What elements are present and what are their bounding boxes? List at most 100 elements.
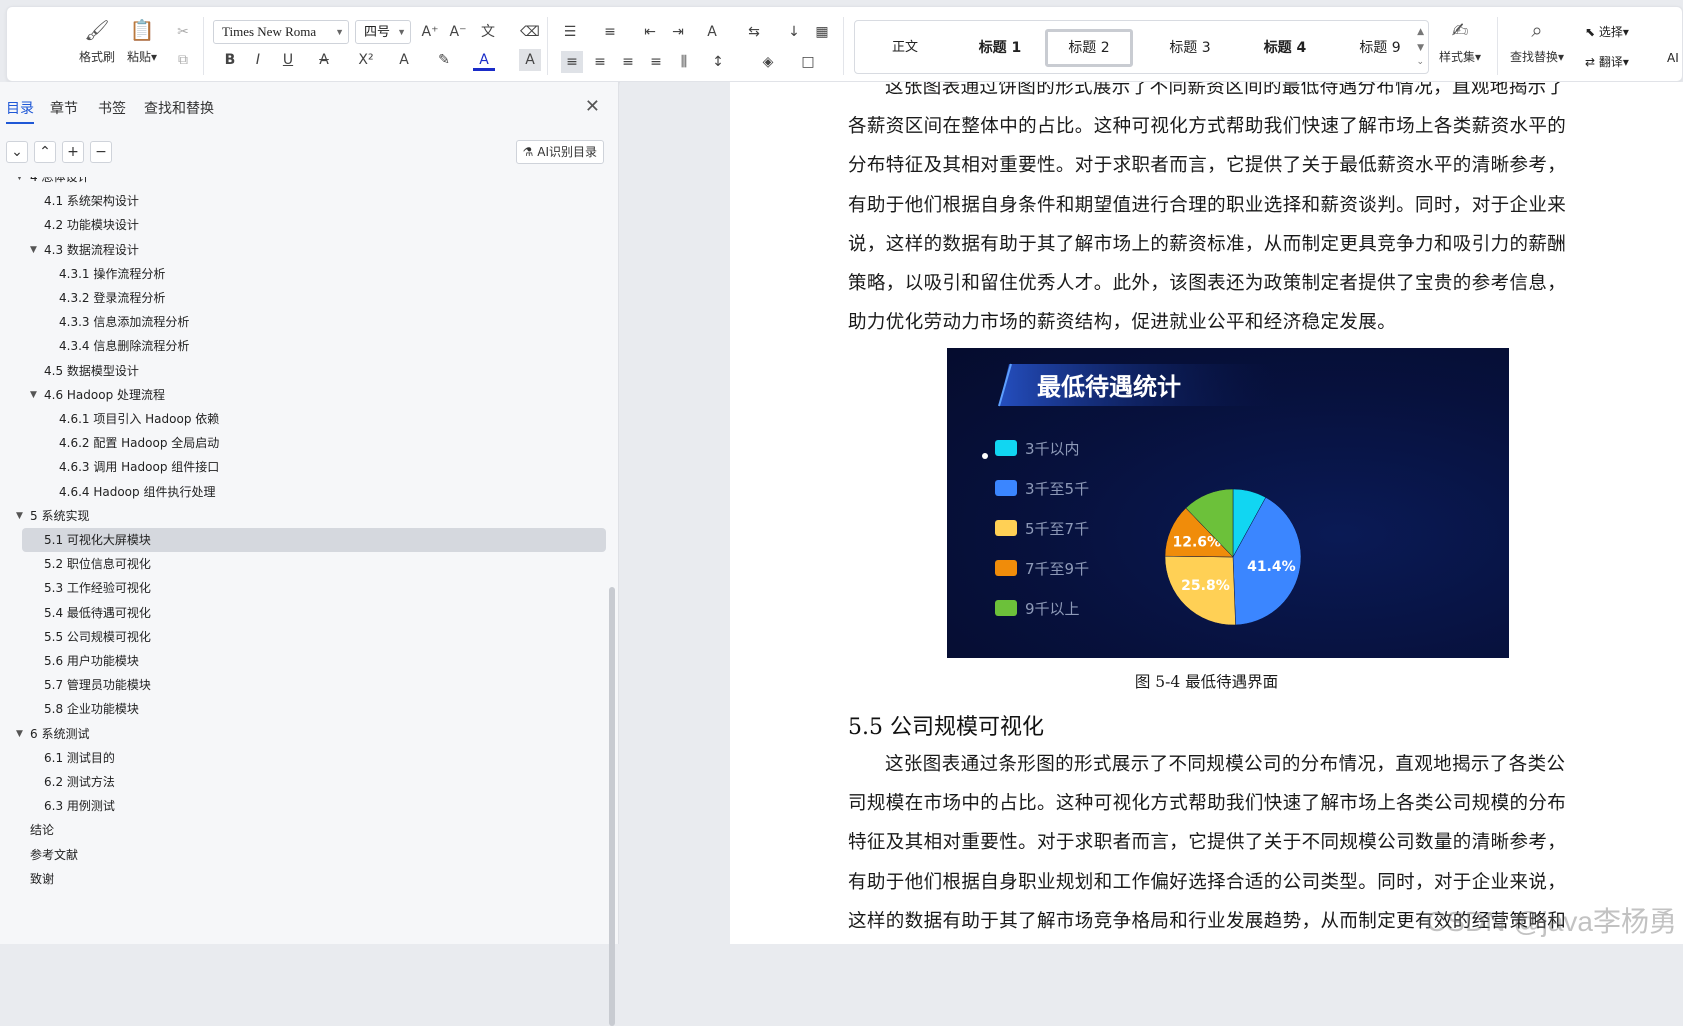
legend-swatch[interactable]: [995, 480, 1017, 496]
ai-button[interactable]: AI: [1667, 51, 1679, 65]
toc-item[interactable]: 4.6.4 Hadoop 组件执行处理: [0, 480, 606, 504]
toc-item[interactable]: 5.8 企业功能模块: [0, 697, 606, 721]
toc-item[interactable]: 4.6.1 项目引入 Hadoop 依赖: [0, 407, 606, 431]
style-heading-3[interactable]: 标题 3: [1155, 29, 1225, 67]
scroll-up-icon[interactable]: ▲: [1417, 27, 1424, 37]
bold-icon[interactable]: B: [219, 49, 241, 71]
toc-item[interactable]: 6.2 测试方法: [0, 770, 606, 794]
toc-item[interactable]: 5.1 可视化大屏模块: [22, 528, 606, 552]
distribute-icon[interactable]: ⫼: [673, 51, 695, 73]
toc-item[interactable]: 4.3.2 登录流程分析: [0, 286, 606, 310]
sort-icon[interactable]: ↓: [783, 21, 805, 43]
legend-swatch[interactable]: [995, 440, 1017, 456]
toc-item[interactable]: 5.2 职位信息可视化: [0, 552, 606, 576]
expand-icon[interactable]: ⌄: [1416, 57, 1424, 67]
toc-item[interactable]: ▼ 5 系统实现: [0, 504, 606, 528]
char-shading-icon[interactable]: A: [519, 49, 541, 71]
expand-triangle-icon[interactable]: ▼: [30, 238, 37, 262]
paste-button[interactable]: 📋 粘贴▾: [127, 17, 157, 65]
copy-icon[interactable]: ⧉: [172, 49, 194, 71]
toc-item[interactable]: 5.5 公司规模可视化: [0, 625, 606, 649]
format-painter-button[interactable]: 🖌 格式刷: [79, 17, 115, 65]
close-icon[interactable]: ✕: [585, 96, 600, 117]
toc-item[interactable]: 4.6.2 配置 Hadoop 全局启动: [0, 431, 606, 455]
font-size-select[interactable]: 四号 ▼: [355, 20, 411, 44]
font-family-select[interactable]: Times New Roma ▼: [213, 20, 349, 44]
toc-item[interactable]: 参考文献: [0, 843, 606, 867]
toc-item[interactable]: 4.3.3 信息添加流程分析: [0, 310, 606, 334]
grid-icon[interactable]: ▦: [811, 21, 833, 43]
legend-swatch[interactable]: [995, 600, 1017, 616]
grow-font-icon[interactable]: A⁺: [419, 21, 441, 43]
line-spacing-icon[interactable]: ↕: [707, 51, 729, 73]
toc-item[interactable]: 4.3.1 操作流程分析: [0, 262, 606, 286]
toc-item[interactable]: 4.1 系统架构设计: [0, 189, 606, 213]
expand-up-icon[interactable]: ⌃: [34, 141, 56, 163]
tab-bookmarks[interactable]: 书签: [98, 98, 126, 118]
tab-chapters[interactable]: 章节: [50, 98, 78, 118]
collapse-icon[interactable]: ⌄: [6, 141, 28, 163]
scroll-down-icon[interactable]: ▼: [1417, 43, 1424, 53]
toc-item[interactable]: 6.1 测试目的: [0, 746, 606, 770]
toc-item[interactable]: 4.2 功能模块设计: [0, 213, 606, 237]
font-color-icon[interactable]: A: [473, 49, 495, 71]
find-replace-button[interactable]: ⌕ 查找替换▾: [1510, 17, 1564, 65]
style-heading-1[interactable]: 标题 1: [965, 29, 1035, 67]
toc-item[interactable]: 4.5 数据模型设计: [0, 359, 606, 383]
expand-triangle-icon[interactable]: ▼: [30, 383, 37, 407]
strikethrough-icon[interactable]: A: [313, 49, 335, 71]
toc-item[interactable]: 4.6.3 调用 Hadoop 组件接口: [0, 455, 606, 479]
cut-icon[interactable]: ✂: [172, 21, 194, 43]
border-icon[interactable]: □: [797, 51, 819, 73]
phonetic-icon[interactable]: 文: [477, 21, 499, 43]
translate-button[interactable]: ⇄ 翻译▾: [1585, 53, 1629, 70]
styles-set-button[interactable]: ✍ 样式集▾: [1439, 17, 1481, 65]
shrink-font-icon[interactable]: A⁻: [447, 21, 469, 43]
toc-item[interactable]: ▼ 4.3 数据流程设计: [0, 238, 606, 262]
decrease-indent-icon[interactable]: ⇤: [639, 21, 661, 43]
style-heading-9[interactable]: 标题 9: [1345, 29, 1415, 67]
toc-item[interactable]: 5.7 管理员功能模块: [0, 673, 606, 697]
toc-item[interactable]: 5.6 用户功能模块: [0, 649, 606, 673]
style-heading-4[interactable]: 标题 4: [1250, 29, 1320, 67]
italic-icon[interactable]: I: [247, 49, 269, 71]
align-right-icon[interactable]: ≡: [617, 51, 639, 73]
align-left-icon[interactable]: ≡: [561, 51, 583, 73]
ai-toc-button[interactable]: ⚗ AI识别目录: [515, 140, 604, 164]
style-normal[interactable]: 正文: [875, 29, 935, 67]
eraser-icon[interactable]: ⌫: [519, 21, 541, 43]
remove-icon[interactable]: −: [90, 141, 112, 163]
expand-triangle-icon[interactable]: ▼: [16, 504, 23, 528]
justify-icon[interactable]: ≡: [645, 51, 667, 73]
legend-swatch[interactable]: [995, 560, 1017, 576]
toc-item[interactable]: ▼ 4.6 Hadoop 处理流程: [0, 383, 606, 407]
scrollbar[interactable]: [609, 587, 615, 1026]
expand-triangle-icon[interactable]: ▼: [16, 177, 23, 189]
bullet-list-icon[interactable]: ☰: [559, 21, 581, 43]
toc-item[interactable]: 6.3 用例测试: [0, 794, 606, 818]
toc-item[interactable]: 致谢: [0, 867, 606, 891]
align-center-icon[interactable]: ≡: [589, 51, 611, 73]
style-heading-2[interactable]: 标题 2: [1045, 29, 1133, 67]
superscript-icon[interactable]: X²: [355, 49, 377, 71]
add-icon[interactable]: +: [62, 141, 84, 163]
toc-item[interactable]: ▼ 4 总体设计: [0, 177, 606, 189]
expand-triangle-icon[interactable]: ▼: [16, 722, 23, 746]
tab-toc[interactable]: 目录: [6, 98, 34, 118]
line-break-icon[interactable]: ⇆: [743, 21, 765, 43]
text-effect-icon[interactable]: A: [393, 49, 415, 71]
increase-indent-icon[interactable]: ⇥: [667, 21, 689, 43]
select-button[interactable]: ⬉ 选择▾: [1585, 23, 1629, 40]
underline-icon[interactable]: U: [277, 49, 299, 71]
paragraph-shading-icon[interactable]: ◈: [757, 51, 779, 73]
toc-item[interactable]: ▼ 6 系统测试: [0, 722, 606, 746]
numbered-list-icon[interactable]: ≡: [599, 21, 621, 43]
tab-find-replace[interactable]: 查找和替换: [144, 98, 214, 118]
toc-item[interactable]: 5.3 工作经验可视化: [0, 576, 606, 600]
toc-item[interactable]: 4.3.4 信息删除流程分析: [0, 334, 606, 358]
highlight-icon[interactable]: ✎: [433, 49, 455, 71]
toc-item[interactable]: 5.4 最低待遇可视化: [0, 601, 606, 625]
text-direction-icon[interactable]: A: [701, 21, 723, 43]
legend-swatch[interactable]: [995, 520, 1017, 536]
toc-item[interactable]: 结论: [0, 818, 606, 842]
